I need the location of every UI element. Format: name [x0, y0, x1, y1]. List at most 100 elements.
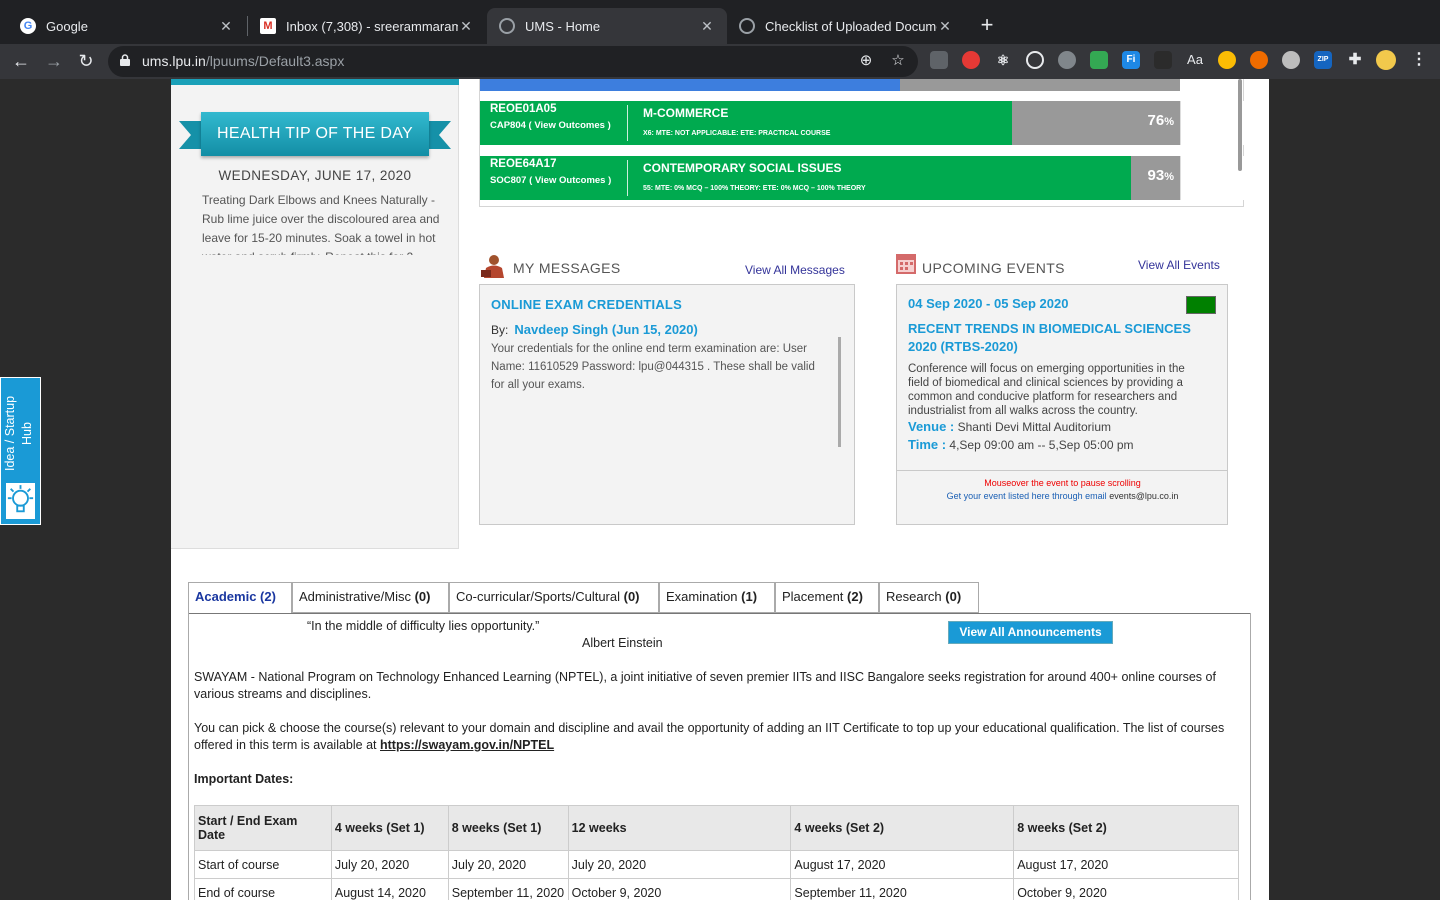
zoom-icon[interactable]: ⊕ — [856, 51, 876, 71]
new-tab-button[interactable]: + — [976, 12, 998, 38]
tab-examination[interactable]: Examination (1) — [659, 582, 775, 613]
table-header: 8 weeks (Set 1) — [447, 805, 569, 851]
event-date: 04 Sep 2020 - 05 Sep 2020 — [908, 296, 1069, 311]
tab-co-curricular[interactable]: Co-curricular/Sports/Cultural (0) — [449, 582, 659, 613]
extension-hand-icon[interactable] — [962, 51, 980, 69]
course-percentage: 76% — [1147, 112, 1174, 129]
messages-heading: MY MESSAGES — [513, 260, 621, 276]
table-cell: October 9, 2020 — [567, 878, 792, 900]
forward-icon[interactable]: → — [42, 49, 66, 73]
extension-dictionary-icon[interactable]: Aa — [1186, 51, 1204, 69]
extension-chart-icon[interactable] — [1090, 51, 1108, 69]
globe-icon — [499, 18, 515, 34]
extension-bulb-icon[interactable] — [1058, 51, 1076, 69]
table-row: End of course August 14, 2020 September … — [194, 878, 1239, 900]
table-header-row: Start / End Exam Date 4 weeks (Set 1) 8 … — [194, 805, 1239, 851]
tab-google[interactable]: G Google ✕ — [8, 8, 246, 44]
close-icon[interactable]: ✕ — [699, 18, 715, 35]
extension-medal-icon[interactable] — [1218, 51, 1236, 69]
course-code: REOE64A17 — [490, 158, 557, 170]
table-cell: July 20, 2020 — [567, 850, 792, 879]
startup-hub-label: Idea / Startup Hub — [3, 395, 34, 472]
table-cell: August 17, 2020 — [1013, 850, 1239, 879]
page-viewport: HEALTH TIP OF THE DAY WEDNESDAY, JUNE 17… — [0, 79, 1440, 900]
tab-title: UMS - Home — [525, 18, 601, 34]
table-row: Start of course July 20, 2020 July 20, 2… — [194, 850, 1239, 879]
lock-icon — [120, 54, 130, 66]
extensions-puzzle-icon[interactable]: ✚ — [1346, 51, 1364, 69]
table-cell: July 20, 2020 — [330, 850, 449, 879]
close-icon[interactable]: ✕ — [458, 18, 474, 35]
message-title[interactable]: ONLINE EXAM CREDENTIALS — [491, 297, 682, 312]
table-cell: End of course — [194, 878, 332, 900]
course-row-cell — [1180, 101, 1244, 145]
messages-person-icon — [481, 255, 504, 278]
health-tip-panel: HEALTH TIP OF THE DAY WEDNESDAY, JUNE 17… — [171, 79, 459, 549]
quote-author: Albert Einstein — [582, 636, 663, 650]
course-progress-remainder — [900, 79, 1180, 91]
back-icon[interactable]: ← — [9, 49, 33, 73]
tab-title: Google — [46, 18, 88, 34]
extension-gauge-icon[interactable] — [1282, 51, 1300, 69]
health-tip-heading: HEALTH TIP OF THE DAY — [217, 125, 413, 142]
extension-react-icon[interactable]: ⚛ — [994, 51, 1012, 69]
course-list-scrollbar[interactable] — [1238, 79, 1242, 171]
message-body: Your credentials for the online end term… — [491, 343, 815, 391]
address-bar[interactable]: ums.lpu.in/lpuums/Default3.aspx ⊕ ☆ — [108, 46, 918, 77]
table-header: 4 weeks (Set 2) — [790, 805, 1015, 851]
extension-shield-icon[interactable] — [1250, 51, 1268, 69]
events-heading: UPCOMING EVENTS — [922, 260, 1065, 276]
tab-ums-home[interactable]: UMS - Home ✕ — [487, 8, 727, 44]
main-content: HEALTH TIP OF THE DAY WEDNESDAY, JUNE 17… — [171, 79, 1269, 900]
bookmark-star-icon[interactable]: ☆ — [888, 51, 908, 71]
table-header: 4 weeks (Set 1) — [330, 805, 449, 851]
calendar-icon — [896, 254, 916, 274]
message-sender: By: Navdeep Singh (Jun 15, 2020) — [491, 322, 698, 337]
url-text: ums.lpu.in/lpuums/Default3.aspx — [142, 53, 345, 69]
event-description: Conference will focus on emerging opport… — [908, 363, 1185, 417]
close-icon[interactable]: ✕ — [218, 18, 234, 35]
extension-blank-icon[interactable] — [1154, 51, 1172, 69]
events-email-link[interactable]: events@lpu.co.in — [1109, 491, 1178, 501]
table-cell: September 11, 2020 — [447, 878, 569, 900]
event-status-indicator — [1186, 296, 1216, 314]
table-cell: Start of course — [194, 850, 332, 879]
announcement-paragraph: You can pick & choose the course(s) rele… — [194, 721, 1225, 752]
tab-academic[interactable]: Academic (2) — [188, 582, 292, 613]
table-header: Start / End Exam Date — [194, 805, 332, 851]
course-row: REOE01A05 CAP804 ( View Outcomes ) M-COM… — [480, 101, 1244, 145]
extension-fi-icon[interactable]: Fi — [1122, 51, 1140, 69]
view-all-announcements-button[interactable]: View All Announcements — [948, 621, 1113, 644]
extension-target-icon[interactable] — [1026, 51, 1044, 69]
view-outcomes-link[interactable]: SOC807 ( View Outcomes ) — [490, 175, 611, 186]
messages-scrollbar[interactable] — [838, 337, 841, 447]
course-row: REOE64A17 SOC807 ( View Outcomes ) CONTE… — [480, 156, 1244, 200]
tab-checklist[interactable]: Checklist of Uploaded Docume ✕ — [727, 8, 965, 44]
health-tip-ribbon: HEALTH TIP OF THE DAY — [179, 109, 451, 159]
tab-title: Checklist of Uploaded Docume — [765, 18, 937, 34]
view-all-events-link[interactable]: View All Events — [1138, 258, 1220, 272]
reload-icon[interactable]: ↻ — [74, 49, 98, 73]
close-icon[interactable]: ✕ — [937, 18, 953, 35]
nptel-link[interactable]: https://swayam.gov.in/NPTEL — [380, 738, 554, 752]
view-all-messages-link[interactable]: View All Messages — [745, 263, 845, 277]
course-description: X6: MTE: NOT APPLICABLE: ETE: PRACTICAL … — [643, 130, 831, 137]
startup-hub-side-tab[interactable]: Idea / Startup Hub — [0, 377, 41, 525]
announcement-paragraph: SWAYAM - National Program on Technology … — [194, 670, 1216, 701]
course-divider — [627, 160, 628, 196]
extension-zip-icon[interactable]: ZIP — [1314, 51, 1332, 69]
profile-avatar[interactable] — [1376, 50, 1396, 70]
tab-gmail[interactable]: M Inbox (7,308) - sreerammaram ✕ — [248, 8, 486, 44]
view-outcomes-link[interactable]: CAP804 ( View Outcomes ) — [490, 120, 611, 131]
event-title[interactable]: RECENT TRENDS IN BIOMEDICAL SCIENCES 202… — [908, 320, 1218, 356]
quote-text: “In the middle of difficulty lies opport… — [307, 619, 540, 633]
tab-research[interactable]: Research (0) — [879, 582, 979, 613]
table-cell: August 17, 2020 — [790, 850, 1015, 879]
browser-tab-bar: G Google ✕ M Inbox (7,308) - sreerammara… — [0, 0, 1440, 44]
menu-kebab-icon[interactable]: ⋮ — [1410, 51, 1428, 69]
health-tip-text: Treating Dark Elbows and Knees Naturally… — [202, 193, 440, 255]
tab-placement[interactable]: Placement (2) — [775, 582, 879, 613]
extension-copy-icon[interactable] — [930, 51, 948, 69]
table-cell: July 20, 2020 — [447, 850, 569, 879]
tab-administrative[interactable]: Administrative/Misc (0) — [292, 582, 449, 613]
